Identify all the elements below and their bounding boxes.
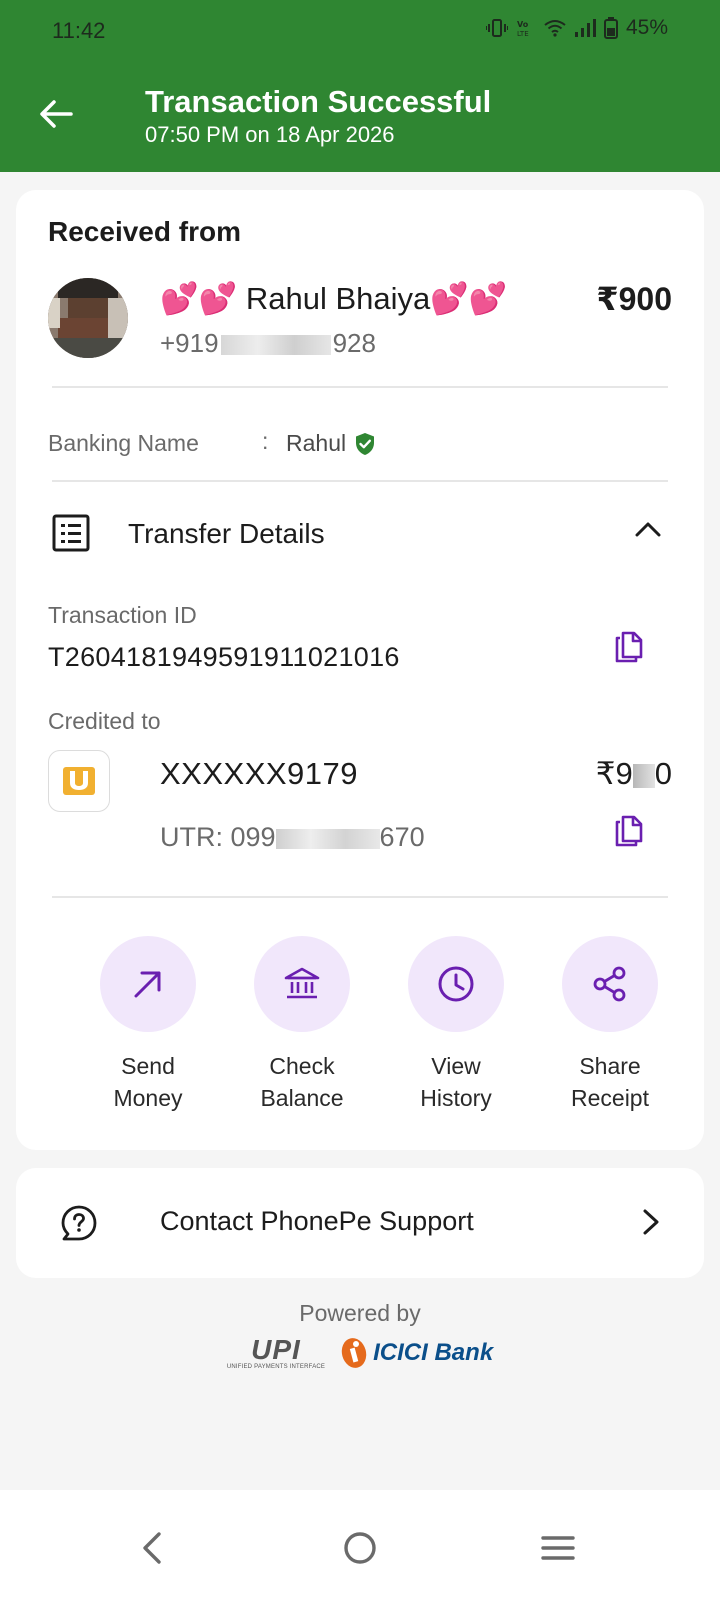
status-bar: 11:42 Vo LTE 45% xyxy=(0,0,720,60)
received-amount: ₹900 xyxy=(596,281,672,317)
status-icons: Vo LTE 45% xyxy=(485,16,668,40)
system-navigation-bar xyxy=(0,1490,720,1600)
nav-back-icon xyxy=(143,1532,161,1564)
copy-transaction-id-button[interactable] xyxy=(614,630,650,666)
avatar[interactable] xyxy=(48,278,128,358)
send-money-button[interactable]: Send Money xyxy=(78,936,218,1114)
sender-name-text: Rahul Bhaiya xyxy=(245,281,431,316)
send-money-icon-circle xyxy=(100,936,196,1032)
back-button[interactable] xyxy=(34,92,78,136)
battery-percent: 45% xyxy=(625,16,668,39)
clock-icon xyxy=(438,966,474,1002)
banking-name-text: Rahul xyxy=(286,430,347,456)
copy-utr-button[interactable] xyxy=(614,814,650,850)
share-receipt-icon-circle xyxy=(562,936,658,1032)
partner-logos: UPI UNIFIED PAYMENTS INTERFACE ICICI Ban… xyxy=(0,1334,720,1371)
icici-bank-logo: ICICI Bank xyxy=(339,1336,493,1370)
bank-icon xyxy=(284,967,320,999)
transfer-details-title: Transfer Details xyxy=(128,518,325,549)
transaction-card: Received from 💕💕 Rahul Bhaiya💕💕 +919 928 … xyxy=(16,190,704,1150)
receipt-list-icon xyxy=(52,514,90,552)
check-balance-icon-circle xyxy=(254,936,350,1032)
upi-logo: UPI UNIFIED PAYMENTS INTERFACE xyxy=(226,1334,326,1371)
contact-support-label: Contact PhonePe Support xyxy=(160,1206,474,1236)
view-history-icon-circle xyxy=(408,936,504,1032)
upi-logo-subtext: UNIFIED PAYMENTS INTERFACE xyxy=(226,1364,326,1370)
arrow-left-icon xyxy=(40,100,73,128)
nav-menu-icon xyxy=(541,1536,575,1560)
send-money-label: Send Money xyxy=(113,1053,183,1111)
share-receipt-button[interactable]: Share Receipt xyxy=(540,936,680,1114)
sender-phone: +919 928 xyxy=(160,328,376,359)
credited-amount-start: ₹9 xyxy=(595,756,633,791)
nav-home-button[interactable] xyxy=(332,1520,388,1576)
divider xyxy=(52,386,668,388)
sender-phone-end: 928 xyxy=(332,328,376,358)
quick-actions: Send Money Check Balance View History Share… xyxy=(40,936,680,1116)
transfer-details-toggle[interactable]: Transfer Details xyxy=(48,506,668,562)
redacted-block xyxy=(275,828,380,849)
divider xyxy=(52,480,668,482)
verified-shield-icon xyxy=(356,432,375,455)
help-chat-icon xyxy=(61,1205,97,1241)
banking-name-colon: : xyxy=(262,428,269,454)
sender-name-suffix: 💕💕 xyxy=(430,281,508,316)
chevron-right-icon xyxy=(643,1209,659,1235)
nav-home-icon xyxy=(344,1532,376,1564)
view-history-label: View History xyxy=(420,1053,492,1111)
nav-back-button[interactable] xyxy=(124,1520,180,1576)
arrow-up-right-icon xyxy=(134,971,161,998)
check-balance-button[interactable]: Check Balance xyxy=(232,936,372,1114)
copy-icon xyxy=(615,815,643,847)
nav-menu-button[interactable] xyxy=(530,1520,586,1576)
share-icon xyxy=(593,966,626,1002)
share-receipt-label: Share Receipt xyxy=(571,1053,649,1111)
divider xyxy=(52,896,668,898)
svg-text:Vo: Vo xyxy=(517,20,529,29)
signal-icon xyxy=(574,18,596,38)
transaction-timestamp: 07:50 PM on 18 Apr 2026 xyxy=(145,122,395,147)
app-header: 11:42 Vo LTE 45% Transaction Successful 0… xyxy=(0,0,720,172)
utr-end: 670 xyxy=(379,822,425,852)
credited-account-number: XXXXXX9179 xyxy=(160,756,359,791)
page-title: Transaction Successful xyxy=(145,84,492,119)
view-history-button[interactable]: View History xyxy=(386,936,526,1114)
wifi-icon xyxy=(544,19,566,37)
pnb-bank-logo xyxy=(48,750,110,812)
redacted-block xyxy=(632,763,655,788)
transaction-id-label: Transaction ID xyxy=(48,602,197,628)
volte-icon: Vo LTE xyxy=(516,18,536,38)
redacted-block xyxy=(220,335,331,356)
powered-by-label: Powered by xyxy=(299,1300,421,1326)
transaction-id-value: T2604181949591911021016 xyxy=(48,642,400,672)
status-time: 11:42 xyxy=(52,18,106,43)
sender-name: 💕💕 Rahul Bhaiya💕💕 xyxy=(160,280,507,317)
upi-logo-text: UPI xyxy=(251,1334,301,1365)
banking-name-value: Rahul xyxy=(286,430,376,457)
utr-number: UTR: 099 670 xyxy=(160,822,425,853)
icici-emblem-icon xyxy=(341,1338,367,1368)
received-from-label: Received from xyxy=(48,216,241,247)
utr-start: UTR: 099 xyxy=(160,822,276,852)
svg-text:LTE: LTE xyxy=(517,30,529,38)
sender-name-prefix: 💕💕 xyxy=(160,281,238,316)
chevron-up-icon xyxy=(635,522,661,537)
check-balance-label: Check Balance xyxy=(260,1053,344,1111)
copy-icon xyxy=(615,631,643,663)
vibrate-icon xyxy=(485,18,508,38)
battery-icon xyxy=(603,17,618,39)
banking-name-label: Banking Name xyxy=(48,430,199,456)
credited-to-label: Credited to xyxy=(48,708,161,734)
contact-support-row[interactable]: Contact PhonePe Support xyxy=(16,1168,704,1278)
icici-bank-text: ICICI Bank xyxy=(373,1339,494,1366)
sender-phone-start: +919 xyxy=(160,328,219,358)
credited-amount: ₹9 0 xyxy=(596,756,672,792)
credited-amount-end: 0 xyxy=(654,756,672,791)
